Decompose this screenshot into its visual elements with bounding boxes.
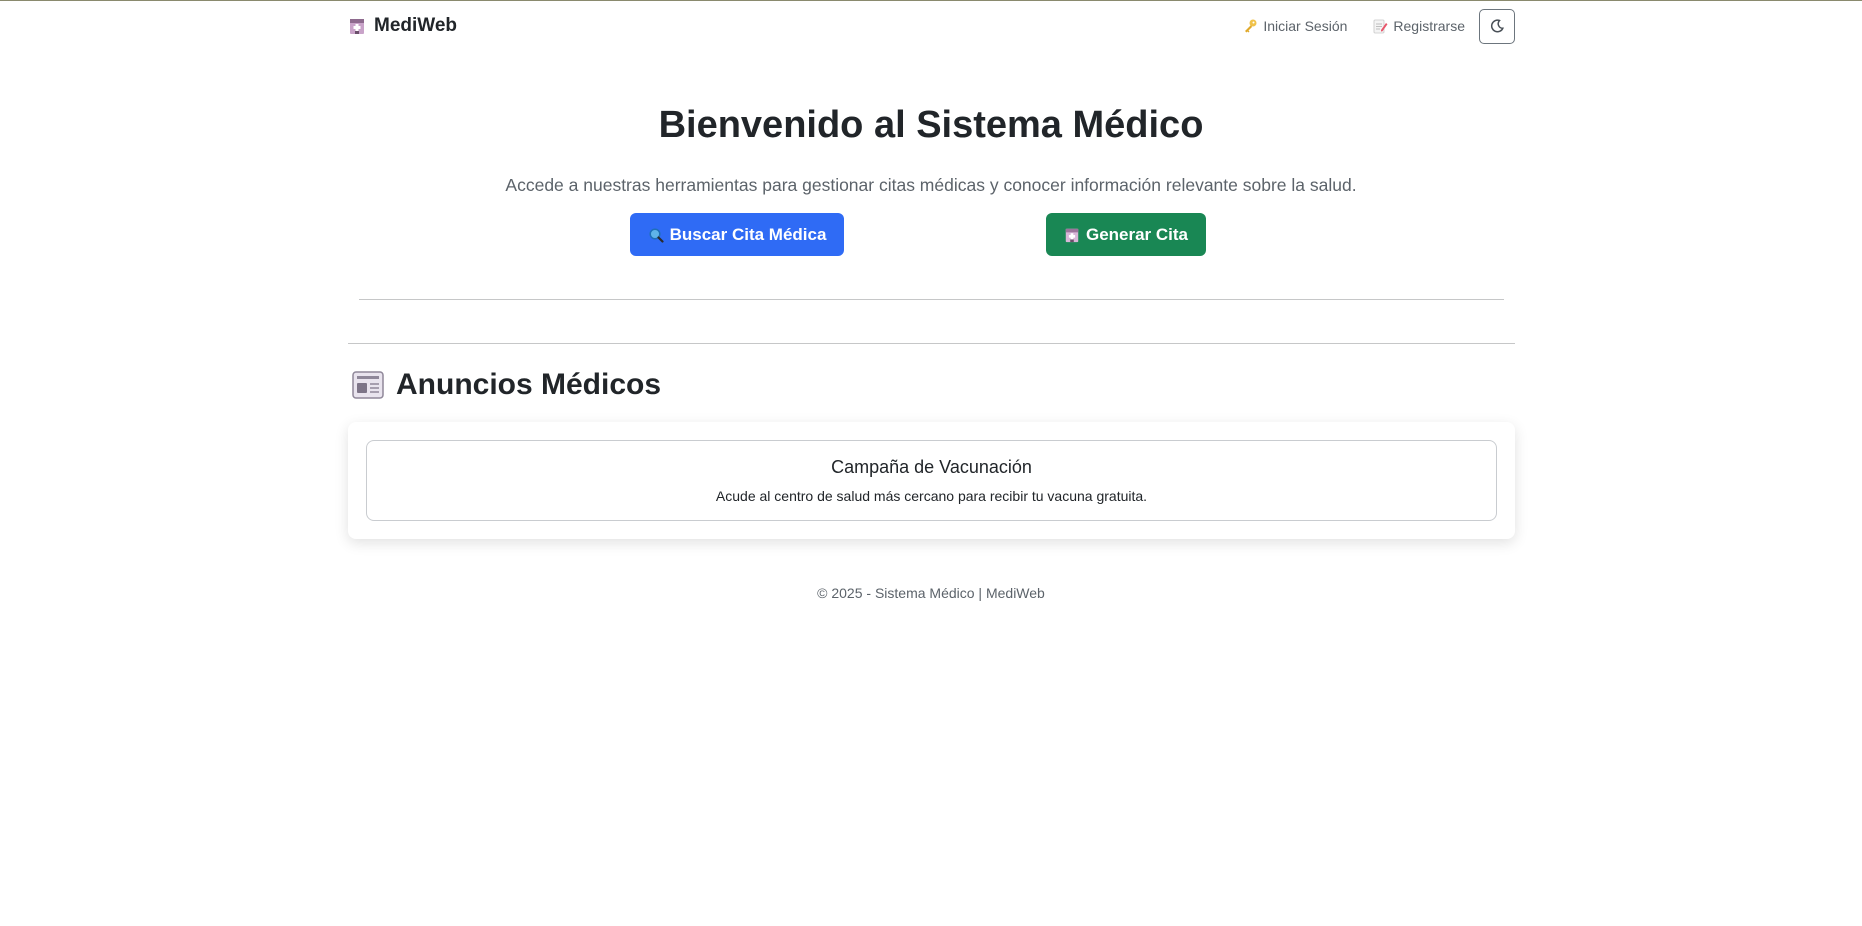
create-appointment-button[interactable]: Generar Cita: [1046, 213, 1206, 256]
top-border: [0, 0, 1862, 1]
nav-actions: Iniciar Sesión Registrarse: [1242, 8, 1515, 44]
create-appointment-label: Generar Cita: [1085, 224, 1189, 244]
moon-icon: [1490, 19, 1504, 33]
divider: [359, 299, 1504, 300]
search-appointment-button[interactable]: Buscar Cita Médica: [630, 213, 844, 256]
navbar: MediWeb Iniciar Sesión Registrarse: [348, 8, 1515, 44]
magnifier-icon: [649, 227, 664, 243]
brand-link[interactable]: MediWeb: [348, 15, 457, 37]
brand-name: MediWeb: [374, 15, 458, 36]
hospital-icon: [350, 19, 364, 34]
footer: © 2025 - Sistema Médico | MediWeb: [817, 585, 1045, 601]
newspaper-icon: [352, 371, 384, 399]
divider: [348, 343, 1515, 344]
memo-icon: [1374, 19, 1388, 34]
announcements-title: Anuncios Médicos: [396, 368, 662, 401]
hospital-icon: [1065, 228, 1079, 242]
announcement-card: Campaña de Vacunación Acude al centro de…: [366, 440, 1497, 521]
login-link[interactable]: Iniciar Sesión: [1242, 18, 1347, 34]
page-subtitle: Accede a nuestras herramientas para gest…: [505, 175, 1357, 195]
announcements-panel: Campaña de Vacunación Acude al centro de…: [348, 422, 1515, 539]
theme-toggle-button[interactable]: [1479, 8, 1515, 44]
announcements-header: Anuncios Médicos: [352, 368, 661, 402]
register-label: Registrarse: [1393, 18, 1465, 34]
announcement-text: Acude al centro de salud más cercano par…: [715, 488, 1148, 504]
page-title: Bienvenido al Sistema Médico: [658, 104, 1204, 146]
search-appointment-label: Buscar Cita Médica: [669, 224, 827, 244]
key-icon: [1245, 19, 1257, 33]
register-link[interactable]: Registrarse: [1372, 18, 1465, 34]
announcement-title: Campaña de Vacunación: [831, 457, 1032, 477]
login-label: Iniciar Sesión: [1263, 18, 1348, 34]
